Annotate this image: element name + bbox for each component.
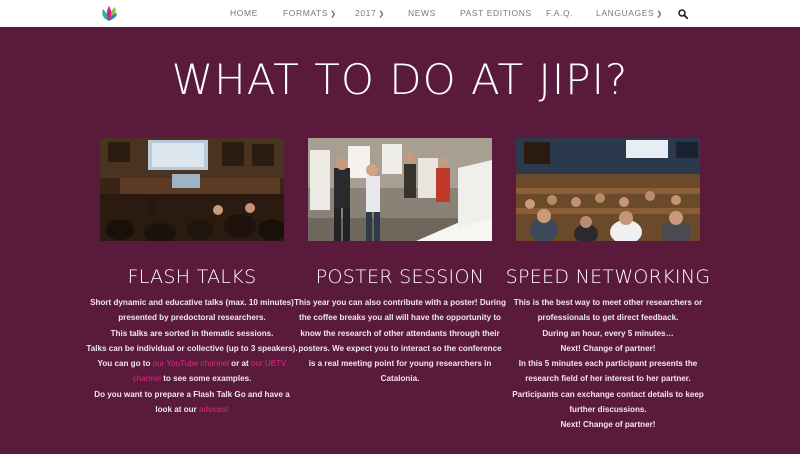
nav-faq[interactable]: F.A.Q. (546, 8, 573, 18)
text-line: This is the best way to meet other resea… (513, 298, 703, 323)
nav-formats[interactable]: FORMATS ❯ (283, 8, 337, 18)
nav-languages-label: LANGUAGES (596, 8, 655, 18)
nav-2017-label: 2017 (355, 8, 377, 18)
text-line: In this 5 minutes each participant prese… (518, 359, 698, 384)
text-line: Next! Change of partner! (560, 343, 656, 353)
poster-session-photo (308, 138, 492, 241)
nav-past-editions-label: PAST EDITIONS (460, 8, 532, 18)
text-line: Participants can exchange contact detail… (512, 389, 704, 415)
advices-link[interactable]: advices! (199, 405, 229, 414)
poster-session-description: This year you can also contribute with a… (294, 295, 506, 387)
examples-paragraph: You can go to our YouTube channel or at … (86, 356, 298, 387)
speed-networking-description: This is the best way to meet other resea… (502, 295, 714, 433)
nav-news[interactable]: NEWS (408, 8, 436, 18)
nav-faq-label: F.A.Q. (546, 8, 574, 18)
leaf-logo-icon[interactable] (100, 5, 118, 22)
chevron-down-icon: ❯ (330, 11, 337, 18)
flash-talks-description: Short dynamic and educative talks (max. … (86, 295, 298, 417)
text-line: This talks are sorted in thematic sessio… (110, 328, 274, 338)
text-fragment: Do you want to prepare a Flash Talk Go a… (94, 389, 290, 415)
advice-paragraph: Do you want to prepare a Flash Talk Go a… (86, 387, 298, 418)
search-icon[interactable] (678, 9, 688, 19)
nav-2017[interactable]: 2017 ❯ (355, 8, 385, 18)
text-line: Short dynamic and educative talks (max. … (90, 298, 294, 323)
speed-networking-photo (516, 138, 700, 241)
nav-past-editions[interactable]: PAST EDITIONS (460, 8, 532, 18)
chevron-down-icon: ❯ (656, 11, 663, 18)
text-fragment: to see some examples. (160, 374, 252, 384)
nav-languages[interactable]: LANGUAGES ❯ (596, 8, 663, 18)
flash-talks-photo (100, 138, 284, 241)
nav-formats-label: FORMATS (283, 8, 329, 18)
chevron-down-icon: ❯ (378, 11, 385, 18)
flash-talks-column: FLASH TALKS Short dynamic and educative … (86, 138, 298, 414)
text-line: Next! Change of partner! (560, 420, 656, 430)
nav-news-label: NEWS (408, 8, 436, 18)
speed-networking-column: SPEED NETWORKING This is the best way to… (506, 138, 710, 429)
text-fragment: or at (228, 359, 251, 369)
poster-session-column: POSTER SESSION This year you can also co… (294, 138, 506, 383)
text-fragment: You can go to (97, 359, 153, 369)
youtube-channel-link[interactable]: our YouTube channel (153, 359, 229, 368)
text-line: Talks can be individual or collective (u… (86, 343, 298, 353)
nav-home[interactable]: HOME (230, 8, 258, 18)
text-line: During an hour, every 5 minutes… (542, 328, 674, 338)
page-title: WHAT TO DO AT JIPI? (171, 55, 629, 104)
nav-home-label: HOME (230, 8, 258, 18)
speed-networking-title: SPEED NETWORKING (505, 266, 711, 288)
text-paragraph: This year you can also contribute with a… (294, 298, 506, 384)
top-navbar: HOME FORMATS ❯ 2017 ❯ NEWS PAST EDITIONS F… (0, 0, 800, 27)
